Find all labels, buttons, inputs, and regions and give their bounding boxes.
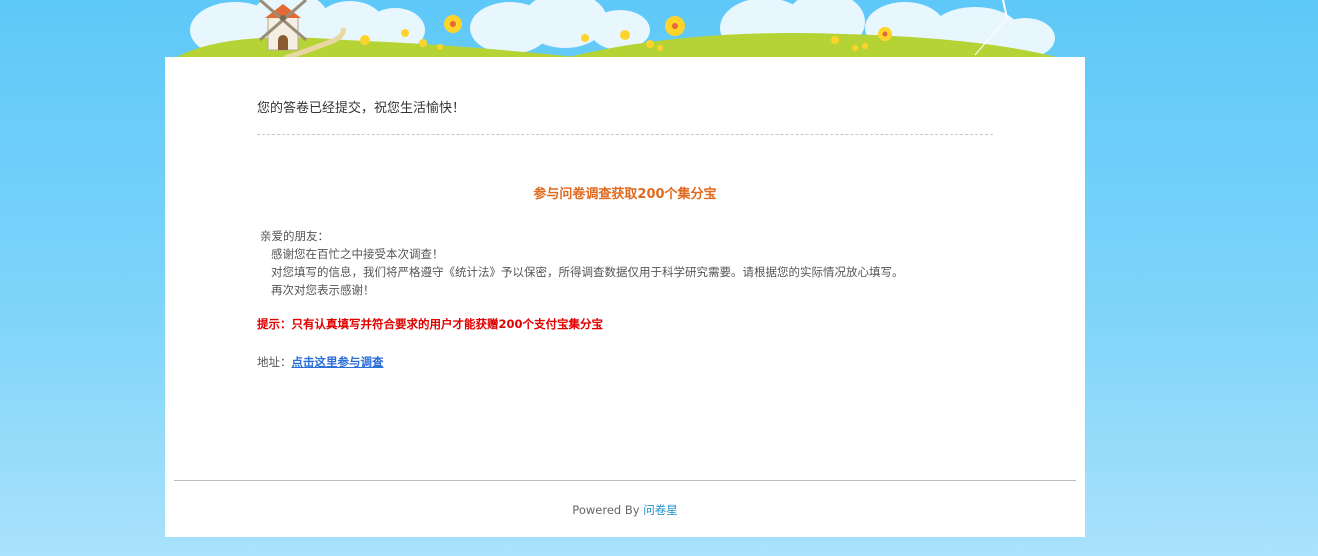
- survey-link[interactable]: 点击这里参与调查: [292, 355, 384, 369]
- powered-by-text: Powered By: [572, 503, 640, 517]
- content-card: 您的答卷已经提交，祝您生活愉快！ 参与问卷调查获取200个集分宝 亲爱的朋友： …: [165, 57, 1085, 537]
- header-banner: [165, 0, 1085, 58]
- closing-line: 再次对您表示感谢！: [271, 283, 375, 297]
- address-label: 地址：: [257, 355, 292, 369]
- cloud-middle: [470, 0, 650, 54]
- dashed-divider: [257, 134, 993, 135]
- thanks-line: 感谢您在百忙之中接受本次调查！: [271, 247, 444, 261]
- survey-headline: 参与问卷调查获取200个集分宝: [533, 187, 717, 202]
- banner-illustration: [175, 0, 1060, 58]
- brand-link[interactable]: 问卷星: [643, 503, 678, 517]
- tip-text: 提示：只有认真填写并符合要求的用户才能获赠200个支付宝集分宝: [257, 317, 604, 331]
- privacy-line: 对您填写的信息，我们将严格遵守《统计法》予以保密，所得调查数据仅用于科学研究需要…: [271, 265, 904, 279]
- submitted-message: 您的答卷已经提交，祝您生活愉快！: [257, 101, 466, 116]
- greeting-text: 亲爱的朋友：: [260, 229, 329, 243]
- message-body: 亲爱的朋友： 感谢您在百忙之中接受本次调查！ 对您填写的信息，我们将严格遵守《统…: [257, 227, 904, 299]
- footer: Powered By 问卷星: [165, 502, 1085, 518]
- address-row: 地址：点击这里参与调查: [257, 354, 384, 370]
- footer-divider: [174, 480, 1076, 481]
